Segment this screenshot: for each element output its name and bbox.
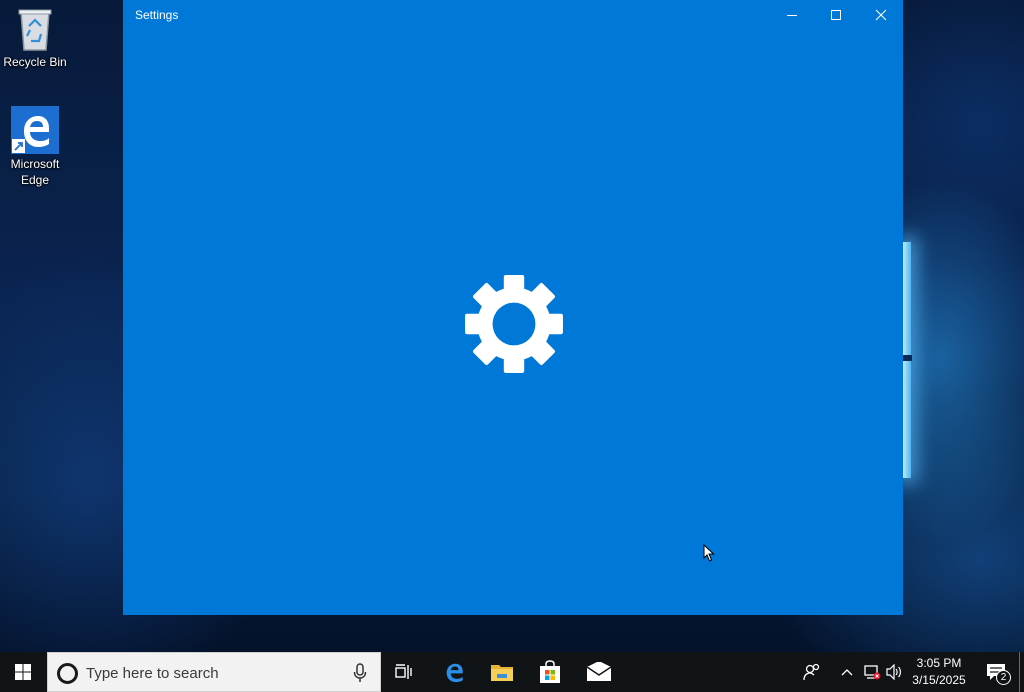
network-disconnected-icon — [864, 665, 881, 680]
desktop-icon-microsoft-edge[interactable]: Microsoft Edge — [0, 106, 70, 188]
window-title: Settings — [135, 8, 179, 22]
edge-icon — [446, 663, 463, 683]
store-icon — [540, 660, 560, 683]
maximize-button[interactable] — [813, 0, 859, 30]
clock-date: 3/15/2025 — [912, 673, 966, 687]
windows-logo-icon — [15, 664, 31, 680]
mail-taskbar-button[interactable] — [574, 652, 624, 692]
people-icon — [803, 663, 820, 681]
chevron-up-icon — [841, 669, 853, 676]
search-input[interactable]: Type here to search — [47, 652, 381, 692]
close-icon — [875, 9, 887, 21]
mouse-cursor-icon — [703, 544, 715, 562]
show-desktop-button[interactable] — [1019, 652, 1020, 692]
people-button[interactable] — [797, 652, 827, 692]
notification-count-badge: 2 — [996, 670, 1011, 685]
edge-taskbar-button[interactable] — [430, 652, 478, 692]
volume-button[interactable] — [884, 652, 906, 692]
store-taskbar-button[interactable] — [526, 652, 574, 692]
start-button[interactable] — [0, 652, 46, 692]
file-explorer-icon — [491, 665, 513, 681]
cortana-icon — [57, 663, 78, 684]
clock-time: 3:05 PM — [916, 656, 962, 670]
action-center-button[interactable]: 2 — [976, 652, 1016, 692]
task-view-icon — [395, 664, 412, 679]
desktop-icon-label: Recycle Bin — [3, 55, 67, 69]
minimize-button[interactable] — [769, 0, 815, 30]
recycle-bin-icon — [18, 9, 52, 51]
show-hidden-icons-button[interactable] — [834, 652, 860, 692]
window-titlebar[interactable]: Settings — [123, 0, 903, 32]
gear-icon — [465, 275, 563, 373]
task-view-button[interactable] — [382, 652, 426, 692]
file-explorer-taskbar-button[interactable] — [478, 652, 526, 692]
microphone-icon[interactable] — [353, 663, 367, 683]
minimize-icon — [787, 15, 797, 16]
taskbar-clock[interactable]: 3:05 PM 3/15/2025 — [906, 652, 972, 692]
desktop-icon-label: Microsoft Edge — [10, 157, 60, 187]
close-button[interactable] — [858, 0, 904, 30]
network-button[interactable] — [860, 652, 884, 692]
maximize-icon — [831, 10, 841, 20]
search-placeholder: Type here to search — [86, 665, 219, 682]
desktop-icon-recycle-bin[interactable]: Recycle Bin — [0, 6, 70, 70]
taskbar: Type here to search 3:05 PM 3/15/2025 2 — [0, 652, 1024, 692]
settings-window[interactable]: Settings — [123, 0, 903, 615]
edge-icon — [11, 106, 59, 154]
wallpaper-light-gap — [902, 355, 912, 361]
volume-icon — [886, 664, 901, 680]
mail-icon — [586, 662, 612, 681]
